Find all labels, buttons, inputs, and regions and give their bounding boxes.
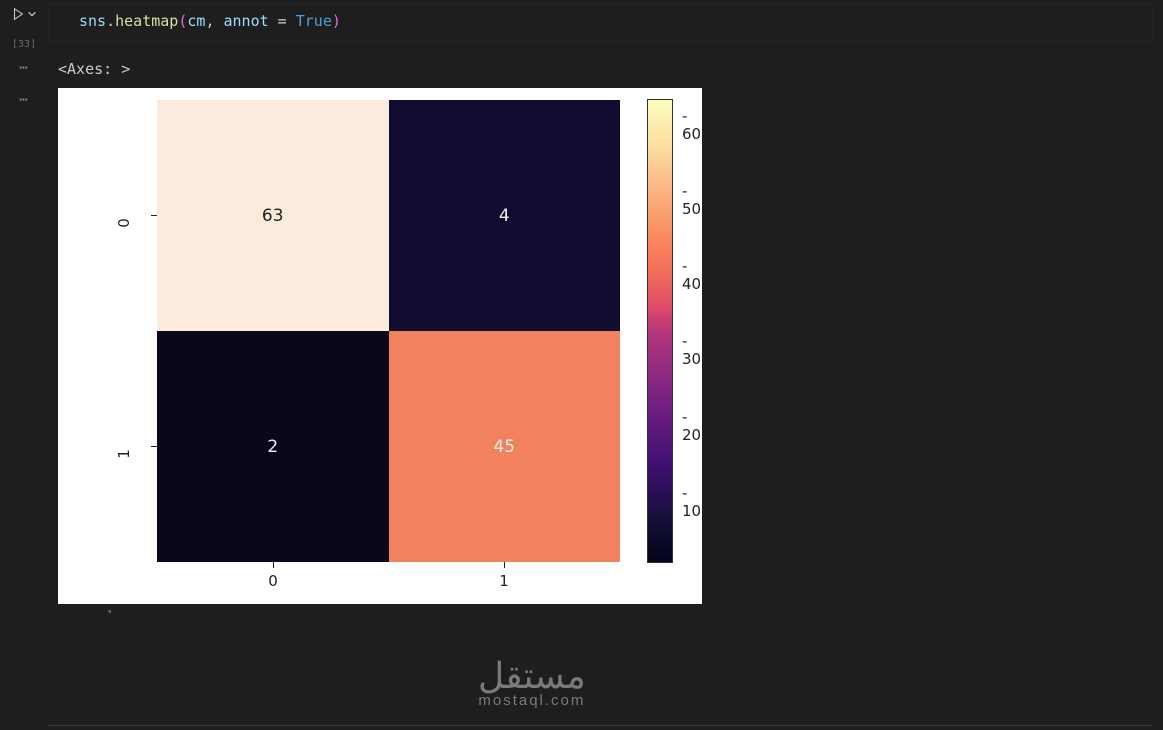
code-token-object: sns <box>79 12 106 30</box>
colorbar-tick: - 10 <box>682 484 702 520</box>
ellipsis-icon: ⋯ <box>19 92 28 109</box>
execution-count: [33] <box>12 39 36 50</box>
code-token-dot: . <box>106 12 115 30</box>
y-tick-1: 1 <box>115 449 133 459</box>
code-token-comma: , <box>205 12 223 30</box>
output-plot-row: ⋯ 63 4 2 45 0 1 0 1 - 10 - 2 <box>0 82 1163 620</box>
heatmap-cell-0-1: 4 <box>389 100 621 331</box>
cell-separator <box>48 725 1153 726</box>
x-tick-0: 0 <box>268 572 278 590</box>
heatmap-cell-0-0: 63 <box>157 100 389 331</box>
x-tick-mark <box>504 562 505 568</box>
x-tick-1: 1 <box>499 572 509 590</box>
colorbar-tick: - 50 <box>682 182 702 218</box>
play-icon <box>11 7 25 21</box>
output-text: <Axes: > <box>48 56 140 82</box>
code-cell: [33] sns.heatmap(cm, annot = True) <box>0 0 1163 50</box>
heatmap-cell-1-0: 2 <box>157 331 389 562</box>
run-button[interactable] <box>11 7 37 21</box>
heatmap-cell-1-1: 45 <box>389 331 621 562</box>
colorbar-tick: - 40 <box>682 257 702 293</box>
chevron-down-icon <box>27 9 37 19</box>
cell-gutter: [33] <box>0 4 48 50</box>
colorbar-tick: - 30 <box>682 332 702 368</box>
plot-gutter[interactable]: ⋯ <box>0 88 48 109</box>
code-token-function: heatmap <box>115 12 178 30</box>
colorbar-tick: - 20 <box>682 408 702 444</box>
x-tick-mark <box>273 562 274 568</box>
code-token-param: annot <box>224 12 269 30</box>
code-line: sns.heatmap(cm, annot = True) <box>79 10 1142 33</box>
colorbar <box>648 100 672 562</box>
y-tick-mark <box>151 215 157 216</box>
heatmap-plot: 63 4 2 45 0 1 0 1 - 10 - 20 - 30 - 40 - <box>58 88 702 604</box>
code-token-arg: cm <box>187 12 205 30</box>
watermark-url: mostaql.com <box>478 692 586 709</box>
code-token-eq: = <box>269 12 296 30</box>
output-text-row: ⋯ <Axes: > <box>0 50 1163 82</box>
heatmap-grid: 63 4 2 45 <box>157 100 620 562</box>
ellipsis-icon: ⋯ <box>19 60 28 77</box>
watermark: مستقل mostaql.com <box>478 658 586 709</box>
y-tick-mark <box>151 446 157 447</box>
y-tick-0: 0 <box>115 218 133 228</box>
output-gutter[interactable]: ⋯ <box>0 56 48 77</box>
colorbar-tick: - 60 <box>682 107 702 143</box>
watermark-logo-text: مستقل <box>478 658 586 694</box>
code-token-bool: True <box>296 12 332 30</box>
code-token-rparen: ) <box>332 12 341 30</box>
scroll-left-indicator[interactable]: ◂ <box>58 604 702 618</box>
code-editor[interactable]: sns.heatmap(cm, annot = True) <box>48 4 1153 42</box>
